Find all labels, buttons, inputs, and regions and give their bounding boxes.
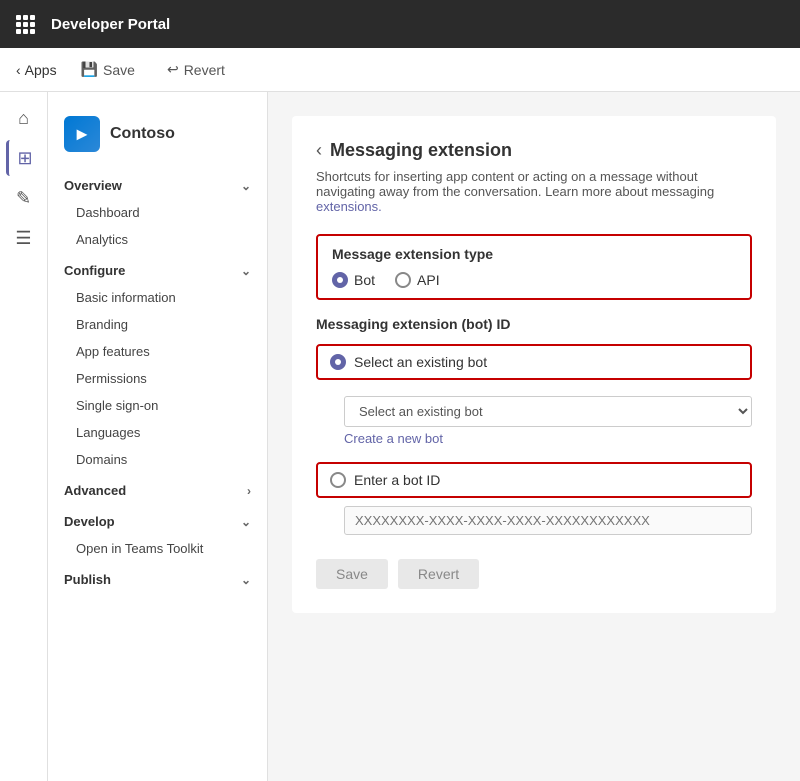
save-icon: 💾 [81, 61, 98, 78]
back-chevron-icon: ‹ [16, 62, 21, 78]
sidebar-item-teams-toolkit[interactable]: Open in Teams Toolkit [48, 535, 267, 562]
nav-home-icon[interactable]: ⌂ [6, 100, 42, 136]
revert-icon: ↩ [167, 61, 179, 78]
content-area: ‹ Messaging extension Shortcuts for inse… [268, 92, 800, 781]
revert-label: Revert [184, 62, 225, 78]
apps-grid-icon[interactable] [16, 15, 35, 34]
develop-chevron-icon: ⌄ [241, 515, 251, 529]
message-extension-type-label: Message extension type [332, 246, 736, 262]
api-radio-option[interactable]: API [395, 272, 440, 288]
sidebar-item-branding[interactable]: Branding [48, 311, 267, 338]
overview-section-label: Overview [64, 178, 122, 193]
revert-button[interactable]: ↩ Revert [159, 57, 233, 82]
publish-section-label: Publish [64, 572, 111, 587]
panel-revert-button[interactable]: Revert [398, 559, 479, 589]
panel-save-button[interactable]: Save [316, 559, 388, 589]
sidebar-item-single-sign-on[interactable]: Single sign-on [48, 392, 267, 419]
bot-id-section-label: Messaging extension (bot) ID [316, 316, 752, 332]
sidebar-section-overview[interactable]: Overview ⌄ [48, 168, 267, 199]
brand-icon: ► [64, 116, 100, 152]
sidebar: ► Contoso Overview ⌄ Dashboard Analytics… [48, 92, 268, 781]
nav-apps-icon[interactable]: ⊞ [6, 140, 42, 176]
configure-chevron-icon: ⌄ [241, 264, 251, 278]
app-title: Developer Portal [51, 16, 170, 33]
enter-bot-id-radio-circle [330, 472, 346, 488]
publish-chevron-icon: ⌄ [241, 573, 251, 587]
brand-name: Contoso [110, 125, 175, 143]
sidebar-item-languages[interactable]: Languages [48, 419, 267, 446]
sidebar-section-publish[interactable]: Publish ⌄ [48, 562, 267, 593]
bot-radio-circle [332, 272, 348, 288]
panel-description: Shortcuts for inserting app content or a… [316, 169, 752, 214]
icon-nav: ⌂ ⊞ ✎ ☰ [0, 92, 48, 781]
select-existing-bot-label: Select an existing bot [354, 354, 487, 370]
sidebar-item-permissions[interactable]: Permissions [48, 365, 267, 392]
extensions-link[interactable]: extensions. [316, 199, 382, 214]
develop-section-label: Develop [64, 514, 115, 529]
nav-edit-icon[interactable]: ✎ [6, 180, 42, 216]
footer-buttons: Save Revert [316, 559, 752, 589]
main-layout: ⌂ ⊞ ✎ ☰ ► Contoso Overview ⌄ Dashboard A… [0, 92, 800, 781]
bot-id-input[interactable] [344, 506, 752, 535]
sidebar-section-develop[interactable]: Develop ⌄ [48, 504, 267, 535]
sidebar-section-configure[interactable]: Configure ⌄ [48, 253, 267, 284]
back-to-apps-button[interactable]: ‹ Apps [16, 62, 57, 78]
advanced-chevron-icon: › [247, 484, 251, 498]
sidebar-item-domains[interactable]: Domains [48, 446, 267, 473]
bot-radio-option[interactable]: Bot [332, 272, 375, 288]
panel-header: ‹ Messaging extension [316, 140, 752, 161]
message-extension-type-radio-group: Bot API [332, 272, 736, 288]
sidebar-item-dashboard[interactable]: Dashboard [48, 199, 267, 226]
message-extension-type-section: Message extension type Bot API [316, 234, 752, 300]
advanced-section-label: Advanced [64, 483, 126, 498]
select-existing-radio-circle [330, 354, 346, 370]
nav-doc-icon[interactable]: ☰ [6, 220, 42, 256]
save-label: Save [103, 62, 135, 78]
bot-id-section: Messaging extension (bot) ID Select an e… [316, 316, 752, 535]
panel-back-icon[interactable]: ‹ [316, 140, 322, 161]
create-new-bot-link[interactable]: Create a new bot [344, 431, 752, 446]
api-radio-circle [395, 272, 411, 288]
api-radio-label: API [417, 272, 440, 288]
sidebar-item-app-features[interactable]: App features [48, 338, 267, 365]
configure-section-label: Configure [64, 263, 125, 278]
enter-bot-id-label: Enter a bot ID [354, 472, 440, 488]
bot-radio-label: Bot [354, 272, 375, 288]
sidebar-brand: ► Contoso [48, 108, 267, 168]
toolbar: ‹ Apps 💾 Save ↩ Revert [0, 48, 800, 92]
sidebar-item-basic-information[interactable]: Basic information [48, 284, 267, 311]
overview-chevron-icon: ⌄ [241, 179, 251, 193]
sidebar-item-analytics[interactable]: Analytics [48, 226, 267, 253]
topbar: Developer Portal [0, 0, 800, 48]
sidebar-section-advanced[interactable]: Advanced › [48, 473, 267, 504]
save-button[interactable]: 💾 Save [73, 57, 143, 82]
enter-bot-id-radio[interactable]: Enter a bot ID [316, 462, 752, 498]
messaging-extension-panel: ‹ Messaging extension Shortcuts for inse… [292, 116, 776, 613]
panel-title: Messaging extension [330, 140, 512, 161]
select-existing-bot-radio[interactable]: Select an existing bot [316, 344, 752, 380]
select-bot-dropdown[interactable]: Select an existing bot [344, 396, 752, 427]
apps-back-label: Apps [25, 62, 57, 78]
